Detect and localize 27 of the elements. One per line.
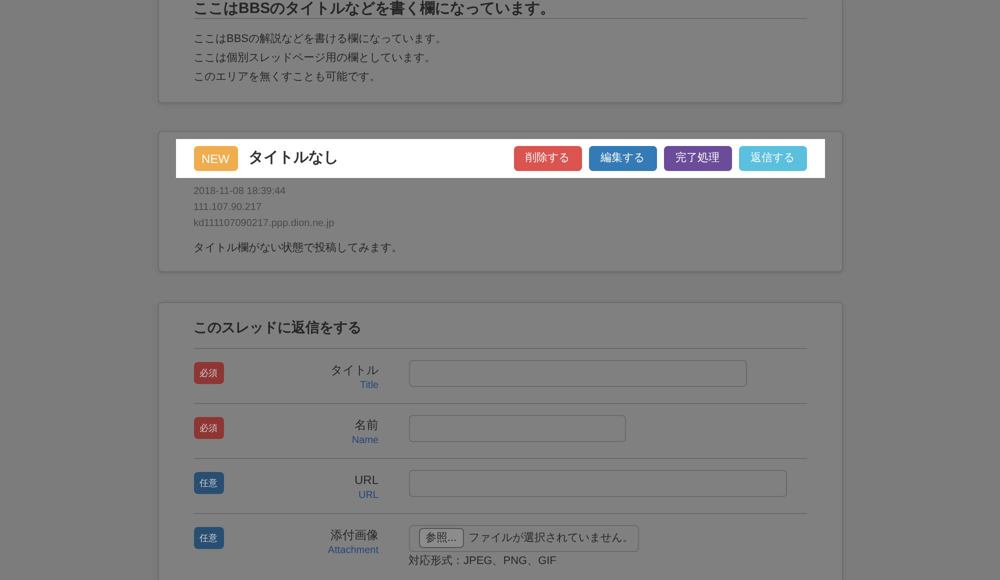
new-badge: NEW [194, 146, 238, 171]
format-note: 対応形式：JPEG、PNG、GIF [408, 554, 558, 568]
field-sublabel: URL [358, 488, 378, 502]
field-badge: 任意 [194, 472, 224, 494]
intro-title: ここはBBSのタイトルなどを書く欄になっています。 [194, 0, 556, 18]
intro-text: ここはBBSの解説などを書ける欄になっています。 [194, 32, 448, 47]
post-body: タイトル欄がない状態で投稿してみます。 [192, 241, 404, 256]
action-button[interactable]: 完了処理 [664, 146, 732, 171]
field-badge: 必須 [194, 417, 224, 440]
intro-text: このエリアを無くすことも可能です。 [194, 70, 382, 85]
field-label: 名前 [354, 416, 378, 432]
field-label: 添付画像 [330, 526, 378, 542]
intro-text: ここは個別スレッドページ用の欄としています。 [194, 51, 436, 66]
action-button[interactable]: 削除する [514, 146, 582, 171]
file-status: ファイルが選択されていません。 [468, 530, 634, 546]
field-badge: 任意 [194, 527, 224, 550]
field-label: タイトル [330, 362, 378, 378]
field-badge: 必須 [194, 362, 224, 384]
field-sublabel: Attachment [328, 544, 378, 558]
field-sublabel: Title [360, 378, 378, 392]
field-label: URL [354, 472, 378, 488]
action-button[interactable]: 編集する [588, 146, 656, 171]
reply-title: このスレッドに返信をする [194, 316, 806, 348]
file-field[interactable]: 参照... ファイルが選択されていません。 [408, 524, 638, 552]
field-sublabel: Name [352, 434, 378, 448]
browse-button[interactable]: 参照... [418, 528, 464, 548]
post-title: タイトルなし [248, 148, 338, 168]
